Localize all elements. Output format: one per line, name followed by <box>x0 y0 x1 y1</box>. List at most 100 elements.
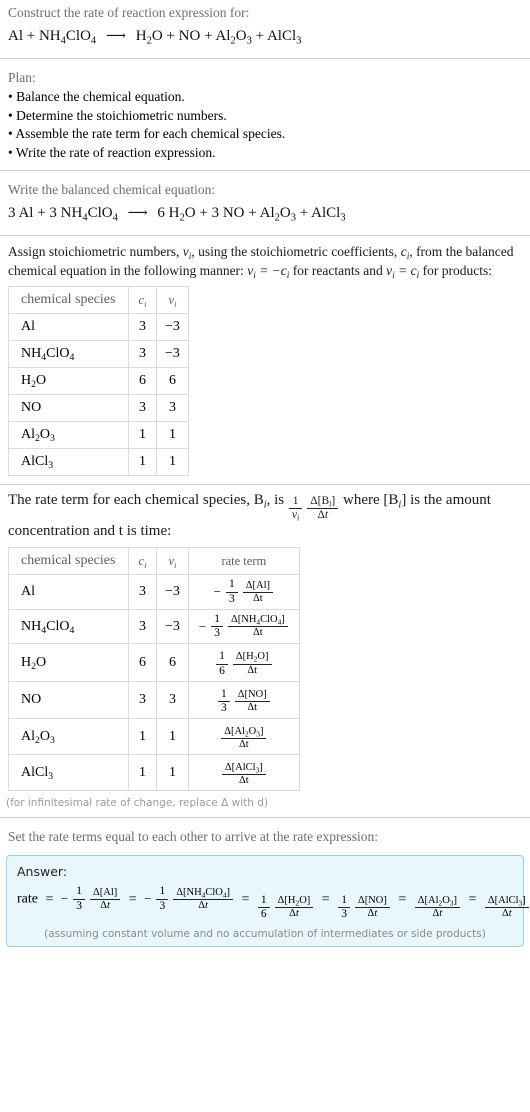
answer-box: Answer: rate = − 13 Δ[Al] Δt = − 13 Δ[NH4… <box>6 855 529 947</box>
delta-species: Δ[Al] <box>245 579 271 591</box>
table-row: Al 3 −3 − 13 Δ[Al] Δt <box>8 574 300 610</box>
eq-plus: + <box>255 28 265 44</box>
table-row: NH4ClO4 3 −3 − 13 Δ[NH4ClO4] Δt <box>8 608 300 645</box>
delta-t: Δt <box>234 700 270 714</box>
col-header-species: chemical species <box>8 547 129 576</box>
coef: 6 <box>157 205 165 221</box>
table-header-row: chemical species ci νi <box>8 286 189 314</box>
cell-rate-term: Δ[AlCl3] Δt <box>187 754 300 792</box>
eq-term-h2o: H2O <box>168 205 196 224</box>
cell-rate-term: Δ[Al2O3] Δt <box>187 718 300 756</box>
answer-label: Answer: <box>17 864 68 880</box>
equals-sign: = <box>241 891 250 907</box>
conc-symbol: [Bi] <box>383 492 407 511</box>
coef-numerator: 1 <box>219 650 225 663</box>
delta-t: Δt <box>221 774 266 787</box>
eq-plus: + <box>299 205 309 221</box>
coef: 3 <box>211 205 220 221</box>
delta-species: Δ[H2O] <box>235 651 269 664</box>
rate-term-alcl3: Δ[AlCl3] Δt <box>484 895 530 920</box>
stoichiometric-table: chemical species ci νi Al 3 −3 NH4ClO4 3… <box>8 286 189 476</box>
reaction-arrow-icon: ⟶ <box>105 29 126 44</box>
rate-expression: rate = − 13 Δ[Al] Δt = − 13 Δ[NH4ClO4] Δt … <box>17 883 529 925</box>
col-header-nu: νi <box>156 286 189 314</box>
equals-sign: = <box>128 891 137 907</box>
rateterm-intro-b: , is <box>266 492 288 508</box>
equals-sign: = <box>398 891 407 907</box>
table-row: H2O 6 6 16 Δ[H2O] Δt <box>8 643 300 682</box>
rate-term-nh4clo4: − 13 Δ[NH4ClO4] Δt <box>144 885 234 912</box>
delta-species: Δ[NH4ClO4] <box>231 614 285 627</box>
cell-species: NO <box>8 394 129 422</box>
rate-term-table: chemical species ci νi rate term Al 3 −3… <box>8 547 300 792</box>
table-row: AlCl3 1 1 <box>8 448 189 476</box>
plan-item-label: Write the rate of reaction expression. <box>15 144 216 160</box>
cell-c: 3 <box>128 608 157 645</box>
bullet-icon: • <box>8 107 13 123</box>
eq-term-alcl3: AlCl3 <box>311 205 346 224</box>
delta-t: Δt <box>228 626 288 639</box>
delta-t: Δt <box>232 663 272 677</box>
plan-item: • Determine the stoichiometric numbers. <box>4 107 526 126</box>
plan-item-label: Determine the stoichiometric numbers. <box>16 107 227 123</box>
cell-c: 1 <box>128 421 157 449</box>
eq-term-nh4clo4: NH4ClO4 <box>38 28 97 47</box>
delta-species: Δ[NO] <box>237 688 267 700</box>
relation-products: νi = ci <box>386 263 420 282</box>
cell-c: 3 <box>128 313 157 341</box>
reaction-arrow-icon: ⟶ <box>127 206 148 221</box>
cell-species: AlCl3 <box>8 754 129 792</box>
divider <box>0 235 530 236</box>
bullet-icon: • <box>8 144 13 160</box>
balanced-section: Write the balanced chemical equation: 3 … <box>0 177 530 227</box>
cell-nu: 6 <box>156 367 189 395</box>
cell-c: 1 <box>128 718 157 756</box>
delta-t: Δt <box>242 591 274 605</box>
delta-t: Δt <box>221 738 267 751</box>
coef-denominator: 6 <box>216 663 228 678</box>
coef: 3 <box>8 205 16 221</box>
table-header-row: chemical species ci νi rate term <box>8 547 300 576</box>
coef-denominator: 3 <box>218 700 230 715</box>
coef-denominator: 3 <box>211 626 223 640</box>
cell-species: NO <box>8 680 129 720</box>
stoich-intro-b: , using the stoichiometric coefficients, <box>191 244 401 259</box>
stoich-intro: Assign stoichiometric numbers, νi, using… <box>4 242 526 282</box>
cell-species: H2O <box>8 643 129 682</box>
cell-nu: 1 <box>156 754 189 792</box>
equals-sign: = <box>468 891 477 907</box>
balanced-heading: Write the balanced chemical equation: <box>8 182 216 197</box>
eq-term-al: Al <box>18 205 34 221</box>
cell-nu: −3 <box>156 313 189 341</box>
cell-rate-term: 16 Δ[H2O] Δt <box>187 643 300 682</box>
coef-numerator: 1 <box>214 612 220 625</box>
rateterm-intro-c: where <box>339 492 384 508</box>
table-row: Al2O3 1 1 Δ[Al2O3] Δt <box>8 718 300 756</box>
cell-nu: 1 <box>156 718 189 756</box>
stoich-intro-c: , from <box>409 244 443 259</box>
divider <box>0 817 530 819</box>
rate-sign: − <box>213 584 222 600</box>
table-row: Al2O3 1 1 <box>8 421 189 449</box>
final-section: Set the rate terms equal to each other t… <box>0 824 530 947</box>
input-equation: Al + NH4ClO4 ⟶ H2O + NO + Al2O3 + AlCl3 <box>4 23 526 50</box>
solution-page: Construct the rate of reaction expressio… <box>0 0 530 1112</box>
eq-plus: + <box>37 205 46 221</box>
cell-nu: 6 <box>156 643 189 682</box>
cell-rate-term: − 13 Δ[Al] Δt <box>187 574 300 610</box>
generic-rate-term: 1 νi Δ[Bi] Δt <box>288 495 339 522</box>
answer-note: (assuming constant volume and no accumul… <box>44 927 486 940</box>
table-row: NH4ClO4 3 −3 <box>8 340 189 368</box>
cell-species: AlCl3 <box>8 448 129 476</box>
col-header-species: chemical species <box>8 286 129 314</box>
table-row: NO 3 3 13 Δ[NO] Δt <box>8 680 300 720</box>
cell-species: Al <box>8 313 129 341</box>
eq-plus: + <box>248 205 257 221</box>
stoichiometric-section: Assign stoichiometric numbers, νi , using… <box>0 242 530 476</box>
rate-word: rate <box>17 892 38 908</box>
cell-species: NH4ClO4 <box>8 340 129 368</box>
stoich-intro-f: and <box>363 263 387 278</box>
col-header-rate: rate term <box>187 547 300 576</box>
stoich-intro-a: Assign stoichiometric numbers, <box>8 244 183 259</box>
eq-term-nh4clo4: NH4ClO4 <box>60 205 118 224</box>
